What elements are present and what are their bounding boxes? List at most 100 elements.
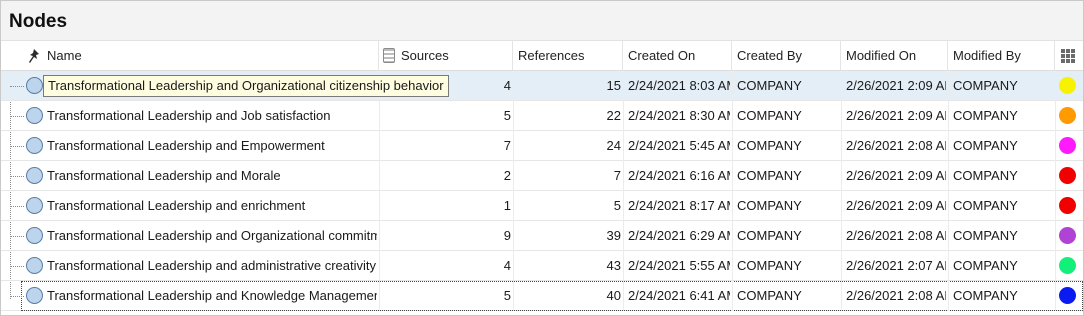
column-header-modified-by[interactable]: Modified By <box>949 41 1055 71</box>
node-name-cell[interactable]: Transformational Leadership and Knowledg… <box>47 281 377 311</box>
table-row[interactable]: Transformational Leadership and Knowledg… <box>1 281 1083 311</box>
tree-branch <box>10 86 24 87</box>
column-divider <box>841 251 842 281</box>
column-divider <box>948 251 949 281</box>
panel-title: Nodes <box>9 11 68 32</box>
column-header-sources[interactable]: Sources <box>397 41 513 71</box>
modified-by-cell: COMPANY <box>953 138 1018 153</box>
column-divider <box>732 131 733 161</box>
column-divider <box>623 101 624 131</box>
column-divider <box>948 71 949 101</box>
column-divider <box>379 161 380 191</box>
column-header-modified-on[interactable]: Modified On <box>842 41 948 71</box>
modified-by-cell: COMPANY <box>953 198 1018 213</box>
column-divider <box>379 251 380 281</box>
references-cell: 15 <box>606 78 621 93</box>
column-divider <box>948 161 949 191</box>
column-divider <box>1055 191 1056 221</box>
references-cell: 43 <box>606 258 621 273</box>
created-by-cell: COMPANY <box>737 228 802 243</box>
table-row[interactable]: Transformational Leadership and Empowerm… <box>1 131 1083 161</box>
column-header-name[interactable]: Name <box>43 41 379 71</box>
pin-icon[interactable] <box>27 48 41 64</box>
column-divider <box>379 281 380 311</box>
modified-by-cell: COMPANY <box>953 228 1018 243</box>
column-divider <box>1055 71 1056 101</box>
node-name-cell[interactable]: Transformational Leadership and Organiza… <box>47 221 377 251</box>
column-divider <box>379 101 380 131</box>
table-row[interactable]: Transformational Leadership and administ… <box>1 251 1083 281</box>
modified-by-cell: COMPANY <box>953 258 1018 273</box>
references-cell: 24 <box>606 138 621 153</box>
column-divider <box>841 191 842 221</box>
created-on-cell: 2/24/2021 6:41 AM <box>628 288 730 303</box>
column-header-created-on[interactable]: Created On <box>624 41 732 71</box>
references-cell: 5 <box>613 198 621 213</box>
column-divider <box>841 101 842 131</box>
column-divider <box>732 191 733 221</box>
node-name-cell[interactable]: Transformational Leadership and Job sati… <box>47 101 377 131</box>
modified-on-cell: 2/26/2021 2:08 AM <box>846 228 946 243</box>
modified-on-cell: 2/26/2021 2:08 AM <box>846 138 946 153</box>
tree-branch <box>10 296 24 297</box>
color-grid-icon[interactable] <box>1061 49 1075 63</box>
color-indicator-icon <box>1059 197 1076 214</box>
modified-by-cell: COMPANY <box>953 108 1018 123</box>
node-name-cell[interactable]: Transformational Leadership and Empowerm… <box>47 131 377 161</box>
modified-by-cell: COMPANY <box>953 78 1018 93</box>
column-divider <box>1055 251 1056 281</box>
node-name-cell[interactable]: Transformational Leadership and enrichme… <box>47 191 377 221</box>
references-cell: 40 <box>606 288 621 303</box>
node-circle-icon <box>26 107 43 124</box>
column-divider <box>379 221 380 251</box>
color-indicator-icon <box>1059 167 1076 184</box>
created-by-cell: COMPANY <box>737 78 802 93</box>
tree-branch <box>10 176 24 177</box>
tree-branch <box>10 116 24 117</box>
column-divider <box>948 101 949 131</box>
created-on-cell: 2/24/2021 8:30 AM <box>628 108 730 123</box>
column-divider <box>623 191 624 221</box>
created-by-cell: COMPANY <box>737 258 802 273</box>
node-name-cell[interactable]: Transformational Leadership and Organiza… <box>43 75 449 97</box>
column-divider <box>1055 101 1056 131</box>
table-row[interactable]: Transformational Leadership and Job sati… <box>1 101 1083 131</box>
node-circle-icon <box>26 257 43 274</box>
column-divider <box>623 131 624 161</box>
column-header-references[interactable]: References <box>514 41 623 71</box>
column-divider <box>623 281 624 311</box>
references-cell: 7 <box>613 168 621 183</box>
color-indicator-icon <box>1059 107 1076 124</box>
created-on-cell: 2/24/2021 5:55 AM <box>628 258 730 273</box>
node-circle-icon <box>26 287 43 304</box>
color-indicator-icon <box>1059 227 1076 244</box>
table-row[interactable]: Transformational Leadership and enrichme… <box>1 191 1083 221</box>
column-divider <box>623 161 624 191</box>
column-divider <box>732 251 733 281</box>
column-divider <box>1055 131 1056 161</box>
color-indicator-icon <box>1059 77 1076 94</box>
created-by-cell: COMPANY <box>737 108 802 123</box>
node-name-cell[interactable]: Transformational Leadership and administ… <box>47 251 377 281</box>
tree-branch <box>10 236 24 237</box>
column-divider <box>379 131 380 161</box>
column-header-created-by[interactable]: Created By <box>733 41 841 71</box>
created-by-cell: COMPANY <box>737 288 802 303</box>
created-on-cell: 2/24/2021 6:16 AM <box>628 168 730 183</box>
column-divider <box>623 221 624 251</box>
modified-by-cell: COMPANY <box>953 168 1018 183</box>
table-row[interactable]: Transformational Leadership and Organiza… <box>1 71 1083 101</box>
table-row[interactable]: Transformational Leadership and Organiza… <box>1 221 1083 251</box>
sources-cell: 5 <box>503 288 511 303</box>
column-divider <box>948 281 949 311</box>
color-indicator-icon <box>1059 257 1076 274</box>
node-name-cell[interactable]: Transformational Leadership and Morale <box>47 161 377 191</box>
sources-cell: 7 <box>503 138 511 153</box>
sources-icon <box>383 48 395 63</box>
modified-on-cell: 2/26/2021 2:09 AM <box>846 198 946 213</box>
tree-branch <box>10 266 24 267</box>
sources-cell: 9 <box>503 228 511 243</box>
table-row[interactable]: Transformational Leadership and Morale 2 7… <box>1 161 1083 191</box>
nodes-table-body: Transformational Leadership and Organiza… <box>1 71 1083 311</box>
column-divider <box>841 161 842 191</box>
